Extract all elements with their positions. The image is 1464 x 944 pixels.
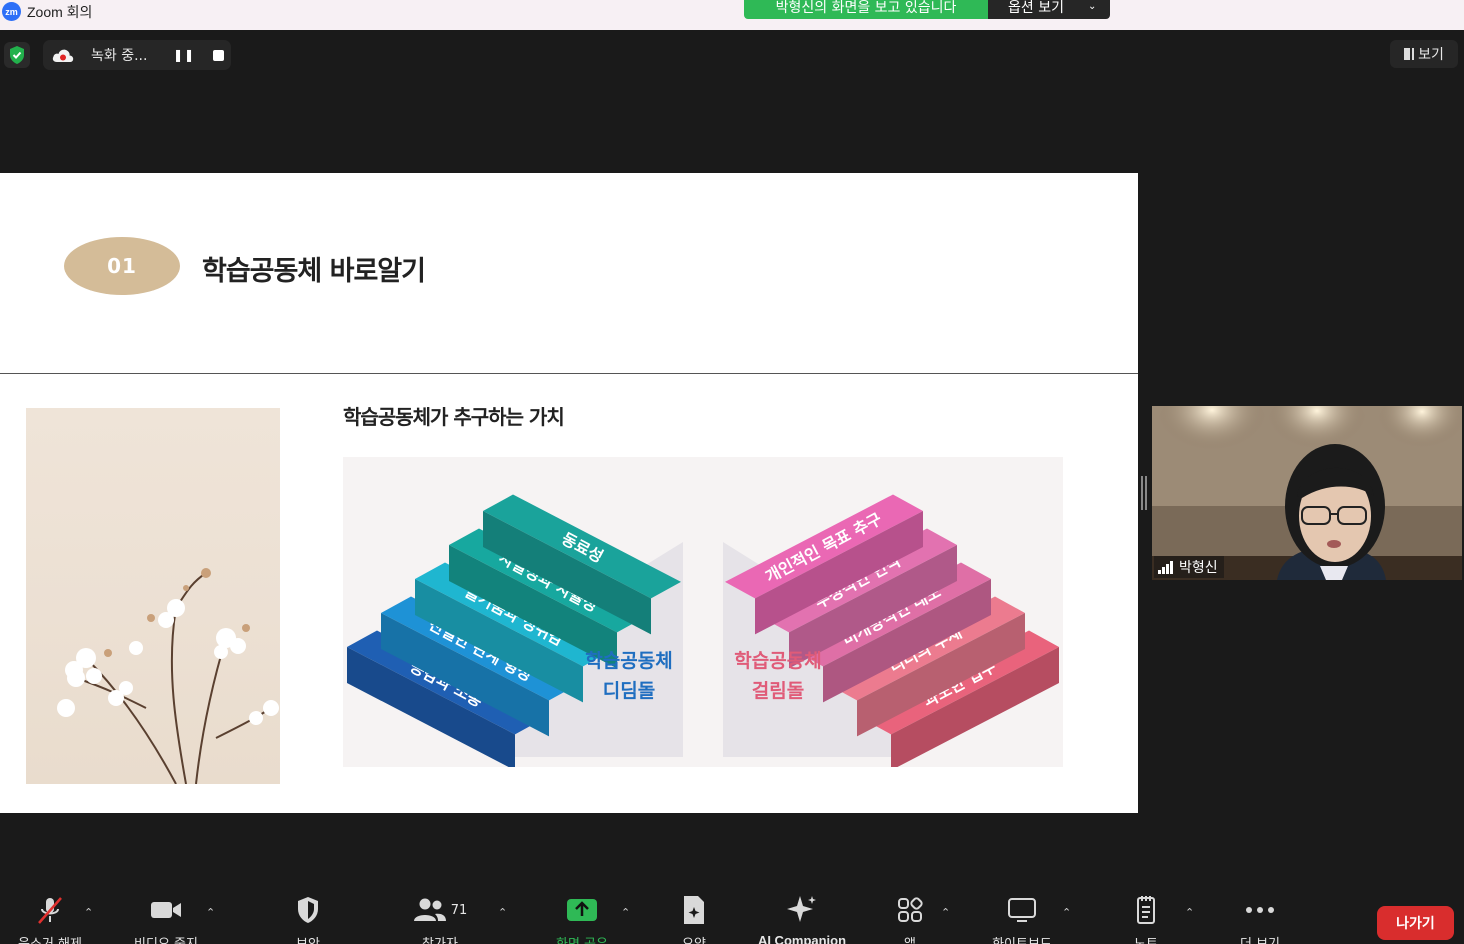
apps-button[interactable]: 앱	[872, 894, 948, 944]
title-bar: zm Zoom 회의 박형신의 화면을 보고 있습니다 옵션 보기 ⌄	[0, 0, 1464, 30]
share-screen-button[interactable]: 화면 공유	[540, 894, 624, 944]
view-layout-icon	[1404, 48, 1415, 60]
right-caption-line2: 걸림돌	[752, 680, 804, 702]
more-button[interactable]: 더 보기	[1220, 894, 1300, 944]
audio-options-chevron-icon[interactable]: ⌃	[84, 906, 93, 919]
signal-strength-icon	[1158, 560, 1173, 574]
slide-divider	[0, 373, 1138, 374]
zoom-logo-icon: zm	[2, 2, 21, 21]
recording-status: 녹화 중...	[91, 48, 148, 64]
share-options-chevron-icon[interactable]: ⌃	[621, 906, 630, 919]
view-label: 보기	[1418, 47, 1444, 63]
ai-companion-label: AI Companion	[757, 933, 847, 944]
left-caption-line2: 디딤돌	[603, 680, 655, 702]
cloud-recording-icon	[51, 46, 75, 64]
whiteboard-button[interactable]: 화이트보드	[976, 894, 1068, 944]
notes-button[interactable]: 노트	[1106, 894, 1186, 944]
summary-doc-icon	[674, 894, 714, 926]
pause-recording-icon[interactable]: ❚❚	[173, 48, 195, 62]
window-title: Zoom 회의	[27, 4, 93, 20]
leave-meeting-button[interactable]: 나가기	[1377, 906, 1454, 940]
ai-companion-button[interactable]: AI Companion	[750, 894, 854, 944]
recording-indicator[interactable]: 녹화 중... ❚❚	[43, 40, 231, 70]
section-number-badge: 01	[64, 237, 180, 295]
video-camera-icon	[146, 894, 186, 926]
security-label: 보안	[296, 933, 320, 944]
whiteboard-icon	[1002, 894, 1042, 926]
ai-sparkle-icon	[782, 894, 822, 926]
more-label: 더 보기	[1240, 933, 1280, 944]
stop-video-label: 비디오 중지	[134, 933, 198, 944]
screen-share-banner: 박형신의 화면을 보고 있습니다 옵션 보기 ⌄	[744, 0, 1110, 19]
shared-slide: 01 학습공동체 바로알기 학습공동체가 추구하는 가치 공감과 소통 친밀한 …	[0, 173, 1138, 813]
stop-recording-icon[interactable]	[213, 49, 225, 61]
meeting-toolbar: 음소거 해제 ⌃ 비디오 중지 ⌃ 보안 71 참가자 ⌃	[0, 880, 1464, 944]
chevron-down-icon: ⌄	[1087, 1, 1097, 12]
view-options-label: 옵션 보기	[1008, 0, 1064, 16]
summary-label: 요약	[682, 933, 706, 944]
right-caption-line1: 학습공동체	[734, 650, 821, 672]
participants-button[interactable]: 71 참가자	[400, 894, 480, 944]
cotton-flower-photo	[26, 408, 280, 784]
share-screen-label: 화면 공유	[556, 933, 608, 944]
unmute-label: 음소거 해제	[18, 933, 82, 944]
zoom-meeting-window: zm Zoom 회의 박형신의 화면을 보고 있습니다 옵션 보기 ⌄ 녹화 중…	[0, 0, 1464, 944]
apps-chevron-icon[interactable]: ⌃	[941, 906, 950, 919]
participants-label: 참가자	[422, 933, 458, 944]
panel-resize-handle[interactable]	[1141, 476, 1147, 510]
stop-video-button[interactable]: 비디오 중지	[124, 894, 208, 944]
share-screen-icon	[562, 894, 602, 926]
left-caption-line1: 학습공동체	[585, 650, 672, 672]
more-dots-icon	[1240, 894, 1280, 926]
participant-count: 71	[450, 902, 468, 918]
notes-chevron-icon[interactable]: ⌃	[1185, 906, 1194, 919]
participant-name-tag: 박형신	[1154, 556, 1224, 578]
participants-chevron-icon[interactable]: ⌃	[498, 906, 507, 919]
apps-label: 앱	[904, 933, 916, 944]
apps-icon	[890, 894, 930, 926]
summary-button[interactable]: 요약	[654, 894, 734, 944]
whiteboard-chevron-icon[interactable]: ⌃	[1062, 906, 1071, 919]
stairs-diagram: 공감과 소통 친밀한 관계 형성 즐거움과 성취감 자발성과 자율성 동료성 과도한 업무…	[343, 457, 1063, 767]
stairs-graphic: 공감과 소통친밀한 관계 형성즐거움과 성취감자발성과 자율성동료성과도한 업무…	[347, 494, 1059, 767]
participants-icon: 71	[408, 894, 472, 926]
notes-icon	[1126, 894, 1166, 926]
slide-subtitle: 학습공동체가 추구하는 가치	[343, 405, 565, 429]
notes-label: 노트	[1134, 933, 1158, 944]
participant-video-tile[interactable]: 박형신	[1152, 406, 1462, 580]
muted-mic-icon	[30, 894, 70, 926]
whiteboard-label: 화이트보드	[992, 933, 1052, 944]
unmute-button[interactable]: 음소거 해제	[8, 894, 92, 944]
security-button[interactable]: 보안	[268, 894, 348, 944]
encryption-shield-icon[interactable]	[4, 42, 30, 68]
slide-title: 학습공동체 바로알기	[202, 256, 426, 287]
view-options-button[interactable]: 옵션 보기 ⌄	[988, 0, 1110, 19]
view-button[interactable]: 보기	[1390, 40, 1458, 68]
participant-name: 박형신	[1179, 560, 1218, 576]
security-shield-icon	[288, 894, 328, 926]
video-options-chevron-icon[interactable]: ⌃	[206, 906, 215, 919]
share-status-text: 박형신의 화면을 보고 있습니다	[744, 0, 988, 19]
